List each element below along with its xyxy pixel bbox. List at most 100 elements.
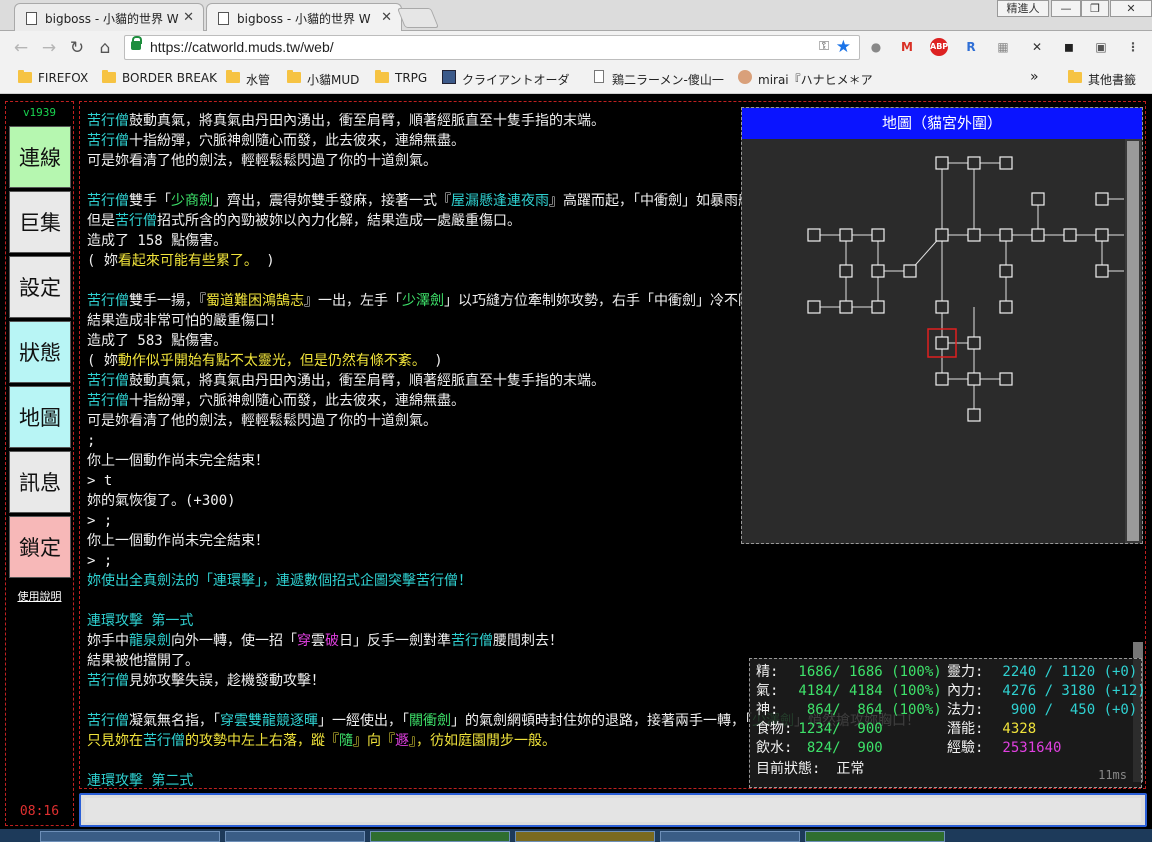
minimize-button[interactable]: — (1051, 0, 1081, 17)
extension-chat-icon[interactable]: ● (867, 38, 885, 56)
log-segment: > t (87, 473, 113, 489)
back-arrow-icon[interactable]: ← (10, 37, 32, 59)
log-segment: 動作似乎開始有點不太靈光，但是仍然有條不紊。 (117, 353, 426, 369)
status-button[interactable]: 狀態 (9, 321, 71, 383)
reload-icon[interactable]: ↻ (66, 37, 88, 59)
log-segment: 」一經使出，「 (318, 713, 409, 729)
map-room[interactable] (999, 300, 1013, 314)
map-room[interactable] (839, 264, 853, 278)
bookmark-water-pipe[interactable]: 水管 (226, 70, 270, 88)
taskbar-item[interactable] (370, 831, 510, 842)
browser-tab-2[interactable]: bigboss - 小貓的世界 W ✕ (206, 3, 402, 32)
tab-title: bigboss - 小貓的世界 W (45, 12, 179, 26)
window-close-button[interactable]: ✕ (1110, 0, 1152, 17)
log-segment: 凝氣無名指，「 (129, 713, 220, 729)
extension-grid-icon[interactable]: ▦ (994, 38, 1012, 56)
log-segment: 苦行僧 (87, 673, 129, 689)
bookmark-ramen[interactable]: 鶏二ラーメン-傻山一 (592, 70, 724, 88)
map-room[interactable] (967, 372, 981, 386)
bookmark-trpg[interactable]: TRPG (375, 70, 427, 85)
map-room[interactable] (839, 300, 853, 314)
map-room[interactable] (903, 264, 917, 278)
map-room[interactable] (1063, 228, 1077, 242)
map-room[interactable] (1095, 228, 1109, 242)
map-room[interactable] (935, 228, 949, 242)
bookmark-client-order[interactable]: クライアントオーダ (442, 70, 570, 88)
map-room[interactable] (999, 156, 1013, 170)
macro-button[interactable]: 巨集 (9, 191, 71, 253)
bookmark-cat-mud[interactable]: 小貓MUD (287, 70, 359, 88)
map-room[interactable] (1031, 228, 1045, 242)
close-icon[interactable]: ✕ (183, 10, 194, 25)
bookmark-other[interactable]: 其他書籤 (1068, 70, 1136, 88)
log-segment: 造成了 158 點傷害。 (87, 233, 228, 249)
map-room[interactable] (967, 228, 981, 242)
close-icon[interactable]: ✕ (381, 10, 392, 25)
stat-value: 2240 / 1120 (+0) (994, 664, 1138, 680)
taskbar-item[interactable] (225, 831, 365, 842)
map-scrollbar[interactable] (1125, 139, 1141, 543)
map-room[interactable] (999, 372, 1013, 386)
bookmark-firefox[interactable]: FIREFOX (18, 70, 88, 85)
map-room[interactable] (967, 408, 981, 422)
extension-box-icon[interactable]: ▣ (1092, 38, 1110, 56)
map-room[interactable] (999, 228, 1013, 242)
bookmark-star-icon[interactable]: ★ (836, 37, 851, 57)
stat-value: 4276 / 3180 (+12) (994, 683, 1146, 699)
restore-button[interactable]: ❐ (1081, 0, 1109, 17)
map-room[interactable] (839, 228, 853, 242)
map-scrollbar-thumb[interactable] (1127, 141, 1139, 541)
taskbar-item[interactable] (805, 831, 945, 842)
map-button[interactable]: 地圖 (9, 386, 71, 448)
log-segment: ) (257, 253, 275, 269)
more-bookmarks-chevron[interactable]: » (1030, 69, 1039, 85)
extension-x-icon[interactable]: ✕ (1028, 38, 1046, 56)
gmail-icon[interactable]: M (898, 38, 916, 56)
menu-icon[interactable]: ⋮ (1124, 38, 1142, 56)
map-room[interactable] (871, 228, 885, 242)
new-tab-button[interactable] (396, 8, 440, 28)
forward-arrow-icon[interactable]: → (38, 37, 60, 59)
adblock-icon[interactable]: ABP (930, 38, 948, 56)
map-room[interactable] (1031, 192, 1045, 206)
extension-ghost-icon[interactable]: ◼ (1060, 38, 1078, 56)
extension-r-icon[interactable]: R (962, 38, 980, 56)
map-room[interactable] (935, 336, 949, 350)
map-room[interactable] (935, 372, 949, 386)
message-button[interactable]: 訊息 (9, 451, 71, 513)
map-room[interactable] (871, 300, 885, 314)
home-icon[interactable]: ⌂ (94, 37, 116, 59)
map-room[interactable] (967, 156, 981, 170)
map-canvas (807, 156, 1124, 422)
map-room[interactable] (999, 264, 1013, 278)
bookmark-mirai[interactable]: mirai『ハナヒメ＊ア (738, 70, 873, 88)
browser-tab-1[interactable]: bigboss - 小貓的世界 W ✕ (14, 3, 204, 31)
game-output: 苦行僧鼓動真氣，將真氣由丹田內湧出，衝至肩臂，順著經脈直至十隻手指的末端。 苦行僧… (79, 101, 1146, 789)
profile-button[interactable]: 精進人 (997, 0, 1049, 17)
map-room[interactable] (935, 156, 949, 170)
address-bar[interactable]: https://catworld.muds.tw/web/ ⚿ ★ (124, 35, 860, 60)
lock-button[interactable]: 鎖定 (9, 516, 71, 578)
settings-button[interactable]: 設定 (9, 256, 71, 318)
log-segment: 破 (325, 633, 339, 649)
bookmark-border-break[interactable]: BORDER BREAK (102, 70, 217, 85)
taskbar-item[interactable] (40, 831, 220, 842)
map-room[interactable] (1095, 192, 1109, 206)
log-segment: 蜀道難困鴻鵠志 (206, 293, 304, 309)
taskbar-item[interactable] (660, 831, 800, 842)
stat-label: 精: (756, 664, 779, 680)
map-room[interactable] (871, 264, 885, 278)
map-room[interactable] (1095, 264, 1109, 278)
map-room[interactable] (807, 300, 821, 314)
map-room[interactable] (935, 300, 949, 314)
map-room[interactable] (967, 336, 981, 350)
command-input[interactable] (85, 798, 1141, 822)
help-link[interactable]: 使用說明 (6, 588, 73, 604)
log-segment: 關衝劍 (409, 713, 451, 729)
taskbar-item[interactable] (515, 831, 655, 842)
connect-button[interactable]: 連線 (9, 126, 71, 188)
key-icon[interactable]: ⚿ (819, 39, 829, 54)
map-room[interactable] (807, 228, 821, 242)
log-segment: 苦行僧 (451, 633, 493, 649)
stat-value: 1686/ 1686 (100%) (790, 664, 942, 680)
